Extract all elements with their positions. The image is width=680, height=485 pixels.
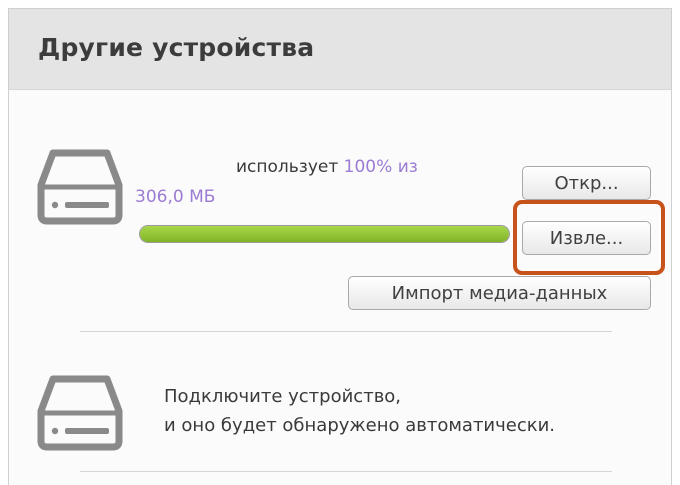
usage-line: использует 100% из xyxy=(236,157,418,177)
divider xyxy=(80,471,612,472)
usage-of: из xyxy=(397,157,418,177)
open-button[interactable]: Откр... xyxy=(522,166,651,200)
usage-progress-fill xyxy=(140,226,509,242)
usage-prefix: использует xyxy=(236,157,339,177)
drive-icon xyxy=(37,375,123,451)
hint-line-1: Подключите устройство, xyxy=(164,386,402,407)
capacity-label: 306,0 МБ xyxy=(135,187,216,207)
panel-header: Другие устройства xyxy=(9,9,671,90)
usage-percent: 100% xyxy=(343,157,393,177)
connect-device-hint: Подключите устройство, и оно будет обнар… xyxy=(164,382,555,440)
other-devices-panel: Другие устройства использует 100% из 306… xyxy=(8,8,672,485)
eject-highlight xyxy=(513,200,665,275)
divider xyxy=(80,331,612,332)
panel-title: Другие устройства xyxy=(38,33,315,62)
drive-icon xyxy=(37,149,123,225)
hint-line-2: и оно будет обнаружено автоматически. xyxy=(164,415,556,436)
usage-progress-bar xyxy=(139,225,510,243)
import-media-button[interactable]: Импорт медиа-данных xyxy=(348,276,651,310)
